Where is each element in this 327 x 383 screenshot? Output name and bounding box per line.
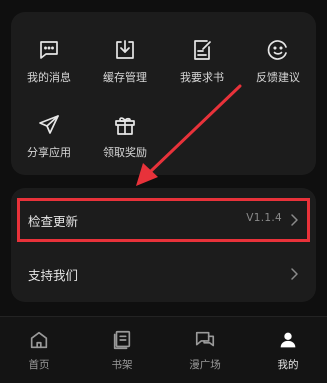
user-icon — [277, 329, 299, 351]
tab-mine-label: 我的 — [277, 359, 299, 371]
bookshelf-icon — [111, 329, 133, 351]
tab-bookshelf-label: 书架 — [111, 359, 133, 371]
tab-mine[interactable]: 我的 — [258, 323, 318, 377]
support-us-label: 支持我们 — [28, 268, 79, 283]
check-update-row[interactable]: 检查更新 V1.1.4 — [11, 192, 316, 246]
download-box-icon — [113, 38, 137, 62]
home-icon — [28, 329, 50, 351]
cache-management-item[interactable]: 缓存管理 — [87, 32, 163, 98]
tab-home[interactable]: 首页 — [9, 323, 69, 377]
tab-comic-plaza[interactable]: 漫广场 — [175, 323, 235, 377]
message-icon — [37, 38, 61, 62]
chevron-right-icon — [288, 266, 300, 280]
quick-actions-card: 我的消息 缓存管理 我要求书 反馈建议 分享应用 领取奖励 — [11, 12, 316, 175]
feedback-label: 反馈建议 — [256, 71, 300, 84]
send-icon — [37, 113, 61, 137]
annotation-highlight-box — [17, 198, 310, 242]
share-app-item[interactable]: 分享应用 — [11, 107, 87, 173]
request-book-item[interactable]: 我要求书 — [164, 32, 240, 98]
smiley-icon — [266, 38, 290, 62]
request-book-label: 我要求书 — [180, 71, 224, 84]
gift-icon — [113, 113, 137, 137]
tab-home-label: 首页 — [28, 359, 50, 371]
claim-reward-item[interactable]: 领取奖励 — [87, 107, 163, 173]
cache-management-label: 缓存管理 — [103, 71, 147, 84]
my-messages-label: 我的消息 — [27, 71, 71, 84]
tab-comic-plaza-label: 漫广场 — [189, 359, 221, 371]
bottom-tab-bar: 首页 书架 漫广场 我的 — [0, 317, 327, 383]
share-app-label: 分享应用 — [27, 146, 71, 159]
my-messages-item[interactable]: 我的消息 — [11, 32, 87, 98]
claim-reward-label: 领取奖励 — [103, 146, 147, 159]
support-us-row[interactable]: 支持我们 — [11, 246, 316, 300]
edit-document-icon — [190, 38, 214, 62]
chat-bubbles-icon — [194, 329, 216, 351]
tab-bookshelf[interactable]: 书架 — [92, 323, 152, 377]
settings-list-card: 检查更新 V1.1.4 支持我们 — [11, 188, 316, 302]
feedback-item[interactable]: 反馈建议 — [240, 32, 316, 98]
